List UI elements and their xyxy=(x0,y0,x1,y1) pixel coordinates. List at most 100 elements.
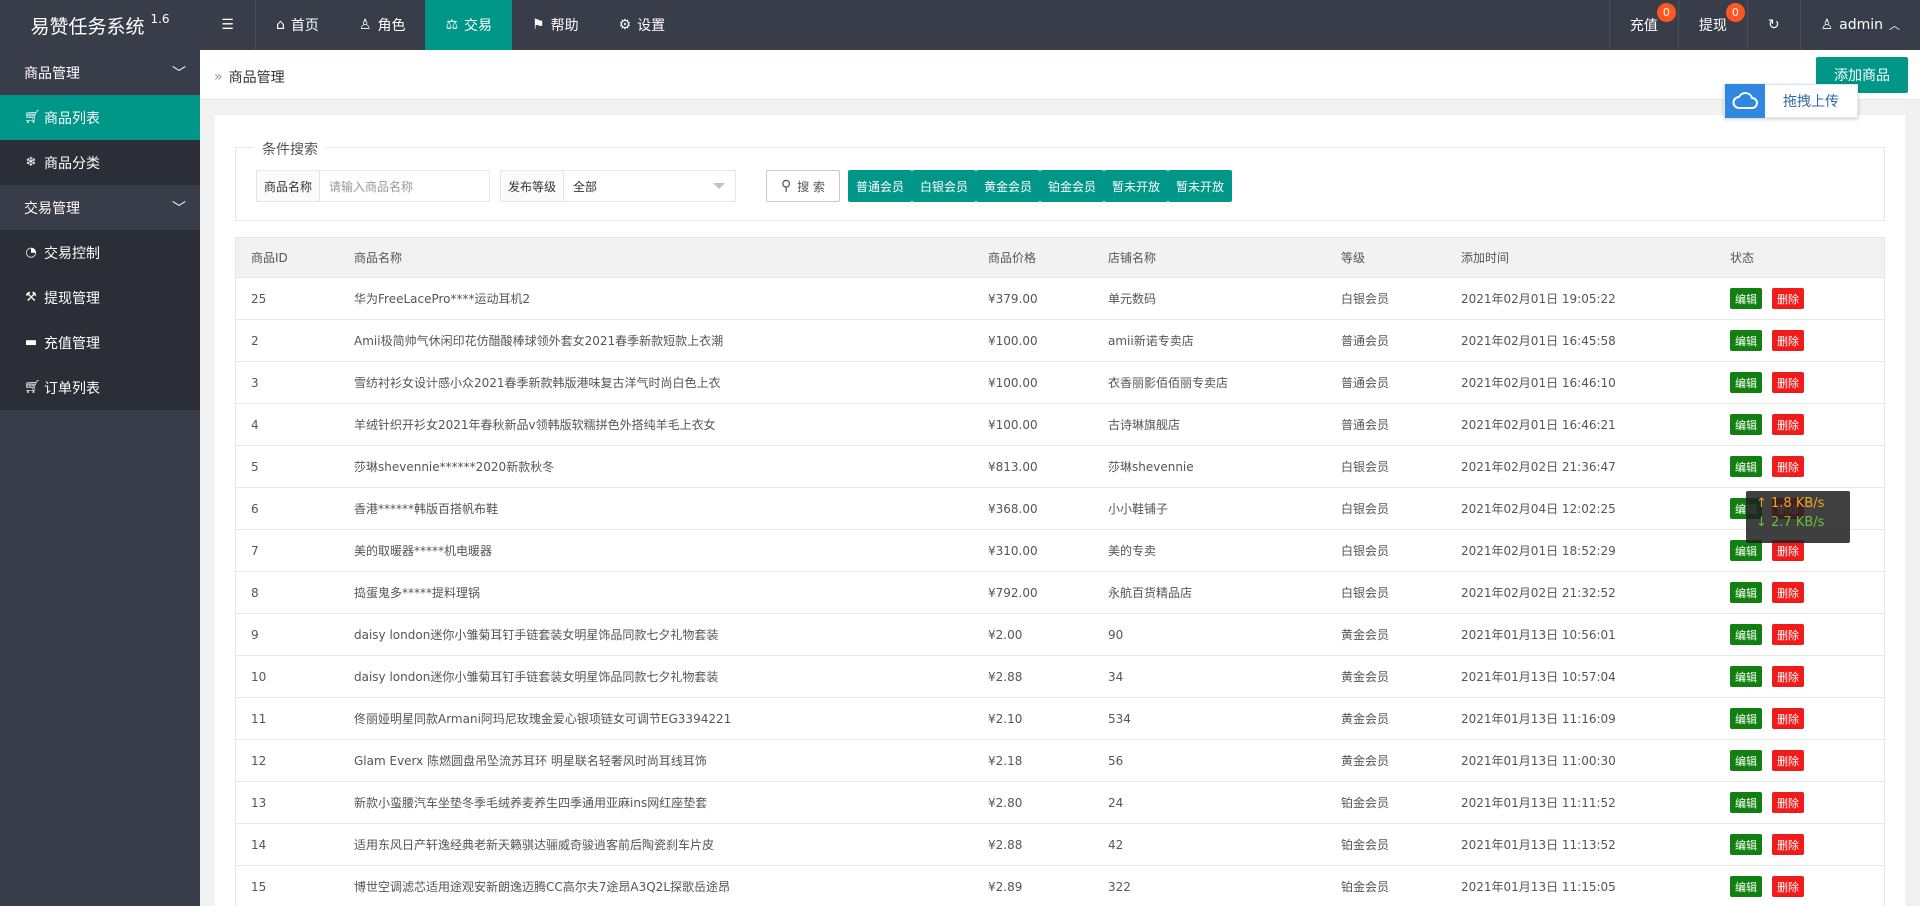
cell-shop: 永航百货精品店 xyxy=(1108,586,1193,600)
level-button-normal[interactable]: 普通会员 xyxy=(848,170,913,202)
cell-name: 捣蛋鬼多*****提料理锅 xyxy=(354,586,481,600)
level-select-value[interactable]: 全部 xyxy=(564,171,735,201)
cell-time: 2021年01月13日 11:16:09 xyxy=(1461,712,1616,726)
edit-button[interactable]: 编辑 xyxy=(1730,666,1762,687)
page-scrollbar[interactable] xyxy=(1906,100,1920,906)
content-card: 条件搜索 商品名称 请输入商品名称 发布等级 全部 ⚲ 搜 索 普通会员 白银会… xyxy=(215,115,1905,906)
chevron-down-icon: ﹀ xyxy=(172,200,186,217)
sidebar-item-goods-category[interactable]: ❄ 商品分类 xyxy=(0,140,200,185)
cloud-upload-icon xyxy=(1725,84,1765,118)
goods-name-label: 商品名称 xyxy=(257,171,321,201)
delete-button[interactable]: 删除 xyxy=(1772,792,1804,813)
nav-home[interactable]: ⌂ 首页 xyxy=(256,0,339,50)
drag-upload-widget[interactable]: 拖拽上传 xyxy=(1724,84,1858,118)
cell-id: 14 xyxy=(251,837,267,852)
cell-price: ¥2.88 xyxy=(988,837,1023,852)
sidebar-toggle-button[interactable]: ☰ xyxy=(200,0,256,50)
level-button-closed-1[interactable]: 暂未开放 xyxy=(1104,170,1169,202)
nav-settings[interactable]: ⚙ 设置 xyxy=(599,0,686,50)
cell-price: ¥2.89 xyxy=(988,879,1023,894)
dashboard-icon: ◔ xyxy=(25,245,37,260)
search-button[interactable]: ⚲ 搜 索 xyxy=(766,170,840,202)
sidebar-item-orders[interactable]: 🛒︎ 订单列表 xyxy=(0,365,200,410)
cell-shop: 322 xyxy=(1108,879,1131,894)
level-label: 发布等级 xyxy=(501,171,565,201)
edit-button[interactable]: 编辑 xyxy=(1730,288,1762,309)
delete-button[interactable]: 删除 xyxy=(1772,666,1804,687)
edit-button[interactable]: 编辑 xyxy=(1730,330,1762,351)
edit-button[interactable]: 编辑 xyxy=(1730,414,1762,435)
cell-id: 13 xyxy=(251,795,267,810)
cell-id: 15 xyxy=(251,879,267,894)
cell-name: 雪纺衬衫女设计感小众2021春季新款韩版港味复古洋气时尚白色上衣 xyxy=(354,376,721,390)
goods-name-input[interactable]: 请输入商品名称 xyxy=(320,171,489,201)
sidebar-item-withdraw[interactable]: ⚒ 提现管理 xyxy=(0,275,200,320)
edit-button[interactable]: 编辑 xyxy=(1730,834,1762,855)
level-button-silver[interactable]: 白银会员 xyxy=(912,170,977,202)
delete-button[interactable]: 删除 xyxy=(1772,414,1804,435)
delete-button[interactable]: 删除 xyxy=(1772,834,1804,855)
withdraw-badge: 0 xyxy=(1725,3,1745,22)
sidebar-item-label: 充值管理 xyxy=(44,335,100,352)
cell-shop: 534 xyxy=(1108,711,1131,726)
refresh-button[interactable]: ↻ xyxy=(1746,0,1800,50)
cell-level: 铂金会员 xyxy=(1341,838,1390,852)
delete-button[interactable]: 删除 xyxy=(1772,582,1804,603)
table-row: 8 捣蛋鬼多*****提料理锅 ¥792.00 永航百货精品店 白银会员 2021年02月… xyxy=(236,571,1884,613)
edit-button[interactable]: 编辑 xyxy=(1730,540,1762,561)
cell-time: 2021年01月13日 11:15:05 xyxy=(1461,880,1616,894)
nav-help[interactable]: ⚑ 帮助 xyxy=(512,0,599,50)
level-button-platinum[interactable]: 铂金会员 xyxy=(1040,170,1105,202)
cell-name: 羊绒针织开衫女2021年春秋新品v领韩版软糯拼色外搭纯羊毛上衣女 xyxy=(354,418,716,432)
table-row: 4 羊绒针织开衫女2021年春秋新品v领韩版软糯拼色外搭纯羊毛上衣女 ¥100.00… xyxy=(236,403,1884,445)
sidebar-item-goods-list[interactable]: 🛒︎ 商品列表 xyxy=(0,95,200,140)
chat-icon: ▬ xyxy=(24,335,38,350)
cell-time: 2021年02月01日 16:45:58 xyxy=(1461,334,1616,348)
edit-button[interactable]: 编辑 xyxy=(1730,582,1762,603)
cell-id: 4 xyxy=(251,417,259,432)
delete-button[interactable]: 删除 xyxy=(1772,540,1804,561)
cell-id: 8 xyxy=(251,585,259,600)
cell-level: 白银会员 xyxy=(1341,292,1390,306)
sidebar-group-goods[interactable]: 商品管理 ﹀ xyxy=(0,50,200,95)
recharge-link[interactable]: 充值 0 xyxy=(1608,0,1678,50)
cell-actions: 编辑删除 xyxy=(1730,572,1814,613)
cell-name: 华为FreeLacePro****运动耳机2 xyxy=(354,292,531,306)
level-button-closed-2[interactable]: 暂未开放 xyxy=(1168,170,1233,202)
sidebar-item-trade-control[interactable]: ◔ 交易控制 xyxy=(0,230,200,275)
delete-button[interactable]: 删除 xyxy=(1772,288,1804,309)
delete-button[interactable]: 删除 xyxy=(1772,372,1804,393)
delete-button[interactable]: 删除 xyxy=(1772,750,1804,771)
edit-button[interactable]: 编辑 xyxy=(1730,750,1762,771)
app-logo[interactable]: 易赞任务系统 1.6 xyxy=(0,0,200,50)
edit-button[interactable]: 编辑 xyxy=(1730,624,1762,645)
edit-button[interactable]: 编辑 xyxy=(1730,456,1762,477)
delete-button[interactable]: 删除 xyxy=(1772,456,1804,477)
nav-trade[interactable]: ⚖ 交易 xyxy=(425,0,513,50)
edit-button[interactable]: 编辑 xyxy=(1730,372,1762,393)
level-select[interactable]: 发布等级 全部 xyxy=(500,170,736,202)
delete-button[interactable]: 删除 xyxy=(1772,330,1804,351)
edit-button[interactable]: 编辑 xyxy=(1730,708,1762,729)
cell-name: 适用东风日产轩逸经典老新天籁骐达骊威奇骏逍客前后陶瓷刹车片皮 xyxy=(354,838,715,852)
nav-role[interactable]: ♙ 角色 xyxy=(339,0,426,50)
cell-price: ¥2.18 xyxy=(988,753,1023,768)
cart-icon: 🛒︎ xyxy=(24,110,41,125)
user-name: admin xyxy=(1839,17,1883,33)
sidebar-group-trade[interactable]: 交易管理 ﹀ xyxy=(0,185,200,230)
search-legend: 条件搜索 xyxy=(254,139,326,159)
delete-button[interactable]: 删除 xyxy=(1772,708,1804,729)
withdraw-link[interactable]: 提现 0 xyxy=(1677,0,1747,50)
delete-button[interactable]: 删除 xyxy=(1772,624,1804,645)
edit-button[interactable]: 编辑 xyxy=(1730,876,1762,897)
cell-price: ¥2.00 xyxy=(988,627,1023,642)
sidebar-item-label: 提现管理 xyxy=(44,290,100,307)
delete-button[interactable]: 删除 xyxy=(1772,876,1804,897)
user-menu[interactable]: ♙ admin ︿ xyxy=(1799,0,1920,50)
level-button-gold[interactable]: 黄金会员 xyxy=(976,170,1041,202)
cell-name: 莎琳shevennie******2020新款秋冬 xyxy=(354,460,555,474)
cell-actions: 编辑删除 xyxy=(1730,362,1814,403)
cell-actions: 编辑删除 xyxy=(1730,320,1814,361)
sidebar-item-recharge[interactable]: ▬ 充值管理 xyxy=(0,320,200,365)
edit-button[interactable]: 编辑 xyxy=(1730,792,1762,813)
